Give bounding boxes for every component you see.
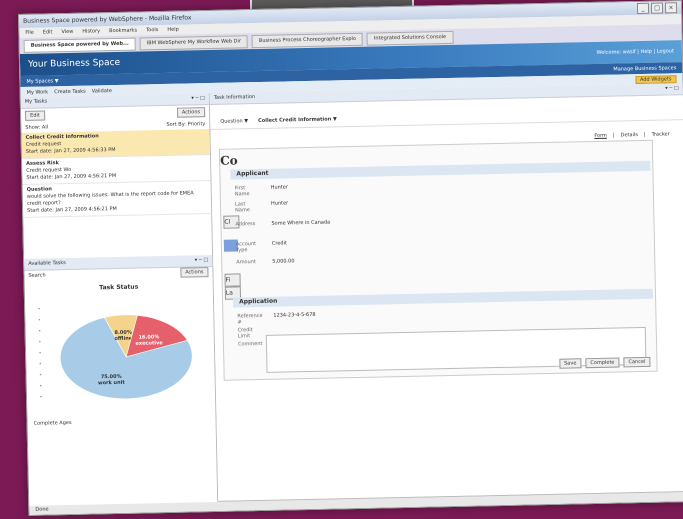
- widget-controls-icon[interactable]: ▾ ─ □: [665, 83, 679, 94]
- edit-button[interactable]: Edit: [25, 110, 45, 121]
- task-line: Credit request: [25, 141, 62, 148]
- my-tasks-title: My Tasks: [24, 98, 48, 105]
- crumb-question[interactable]: Question ▼: [220, 118, 248, 125]
- close-button[interactable]: ×: [664, 2, 678, 14]
- widget-controls-icon[interactable]: ▾ ─ □: [191, 93, 205, 104]
- field-amount: Amount 5,000.00: [236, 258, 295, 266]
- applicant-section: Applicant: [230, 160, 651, 180]
- menu-view[interactable]: View: [61, 29, 73, 35]
- view-links: Form | Details | Tracker: [594, 131, 670, 139]
- menu-bookmarks[interactable]: Bookmarks: [109, 28, 137, 35]
- task-title: Assess Risk: [26, 160, 59, 167]
- field-address: Address Some Where in Canada: [235, 219, 331, 228]
- menu-tools[interactable]: Tools: [146, 27, 158, 33]
- browser-tab[interactable]: IBM WebSphere My Workflow Web Dir: [139, 35, 249, 51]
- task-information-panel: Task Information ▾ ─ □ Question ▼ Collec…: [209, 83, 683, 511]
- collapsed-tab-stub[interactable]: Fi: [224, 273, 241, 287]
- show-filter[interactable]: Show: All: [25, 124, 48, 130]
- complete-button[interactable]: Complete: [585, 357, 620, 369]
- chart-footer: Complete Ages: [34, 420, 72, 427]
- field-account-type: Account Type Credit: [235, 240, 287, 254]
- form-title: Co: [219, 153, 238, 168]
- task-date: Start date: Jan 27, 2009 4:56:21 PM: [26, 172, 117, 181]
- details-link[interactable]: Details: [621, 132, 638, 138]
- maximize-button[interactable]: □: [650, 2, 664, 14]
- field-credit-limit: Credit Limit: [237, 327, 253, 340]
- task-date: Start date: Jan 27, 2009 4:56:21 PM: [27, 205, 117, 214]
- task-line: Credit request Wo: [26, 166, 72, 174]
- axis-tick: [39, 351, 41, 354]
- browser-tab[interactable]: Business Space powered by Web...: [23, 37, 136, 53]
- axis-tick: [39, 373, 42, 376]
- task-desc: would solve the following issues: What i…: [26, 190, 194, 207]
- minimize-button[interactable]: _: [636, 2, 650, 15]
- list-item[interactable]: Assess Risk Credit request Wo Start date…: [22, 155, 211, 185]
- form-link[interactable]: Form: [594, 133, 607, 139]
- field-comment-label: Comment: [237, 340, 263, 348]
- page-tab-my-work[interactable]: My Work: [27, 89, 49, 95]
- actions-button[interactable]: Actions: [176, 107, 206, 118]
- form-buttons: Save Complete Cancel: [558, 356, 651, 369]
- pie-label: 8.00%offline: [114, 330, 133, 342]
- browser-tab[interactable]: Business Process Choreographer Explo: [251, 32, 364, 49]
- left-column: My Tasks ▾ ─ □ Edit Actions Show: All So…: [20, 93, 219, 515]
- task-info-title: Task Information: [213, 94, 256, 101]
- axis-tick: [38, 329, 41, 332]
- save-button[interactable]: Save: [558, 358, 582, 369]
- breadcrumb: Question ▼ Collect Credit Information ▼: [210, 105, 683, 130]
- field-last-name: Last Name Hunter: [234, 200, 289, 214]
- my-spaces-menu[interactable]: My Spaces ▼: [26, 78, 58, 85]
- axis-tick: [40, 395, 42, 398]
- content-area: My Tasks ▾ ─ □ Edit Actions Show: All So…: [20, 83, 683, 515]
- field-first-name: First Name Hunter: [234, 184, 288, 198]
- page-tab-validate[interactable]: Validate: [92, 88, 112, 94]
- menu-help[interactable]: Help: [167, 27, 179, 33]
- browser-tab[interactable]: Integrated Solutions Console: [366, 30, 454, 46]
- task-date: Start date: Jan 27, 2009 4:56:33 PM: [25, 146, 116, 155]
- page-tab-create-tasks[interactable]: Create Tasks: [54, 88, 86, 95]
- task-form: Co Applicant First Name Hunter Last Name…: [218, 139, 658, 381]
- axis-tick: [39, 340, 41, 343]
- manage-spaces-link[interactable]: Manage Business Spaces: [613, 65, 676, 72]
- task-status-chart: Task Status Complete Ages 75.00%work uni…: [25, 275, 216, 429]
- menu-history[interactable]: History: [82, 28, 100, 34]
- application-section: Application: [232, 288, 654, 308]
- menu-edit[interactable]: Edit: [43, 29, 53, 35]
- axis-tick: [38, 307, 40, 310]
- axis-tick: [39, 362, 42, 365]
- crumb-collect[interactable]: Collect Credit Information ▼: [258, 116, 337, 124]
- list-item[interactable]: Collect Credit Information Credit reques…: [21, 129, 210, 159]
- axis-tick: [38, 318, 41, 321]
- menu-file[interactable]: File: [25, 30, 33, 36]
- pie-label: 16.00%executive: [135, 334, 163, 347]
- cancel-button[interactable]: Cancel: [623, 356, 651, 368]
- sort-filter[interactable]: Sort By: Priority: [166, 121, 205, 128]
- list-item[interactable]: Question would solve the following issue…: [22, 181, 212, 218]
- axis-tick: [39, 384, 42, 387]
- pie-label: 75.00%work unit: [98, 374, 126, 387]
- task-title: Collect Credit Information: [25, 133, 99, 141]
- pie-chart: Task Status Complete Ages 75.00%work uni…: [34, 284, 193, 427]
- field-reference: Reference # 1234-23-4-5-678: [237, 311, 316, 326]
- chart-title: Task Status: [99, 284, 139, 292]
- tracker-link[interactable]: Tracker: [652, 131, 670, 137]
- add-widgets-button[interactable]: Add Widgets: [634, 74, 677, 84]
- header-links[interactable]: Welcome: wasif | Help | Logout: [597, 48, 674, 56]
- browser-window: Business Space powered by WebSphere - Mo…: [18, 0, 683, 516]
